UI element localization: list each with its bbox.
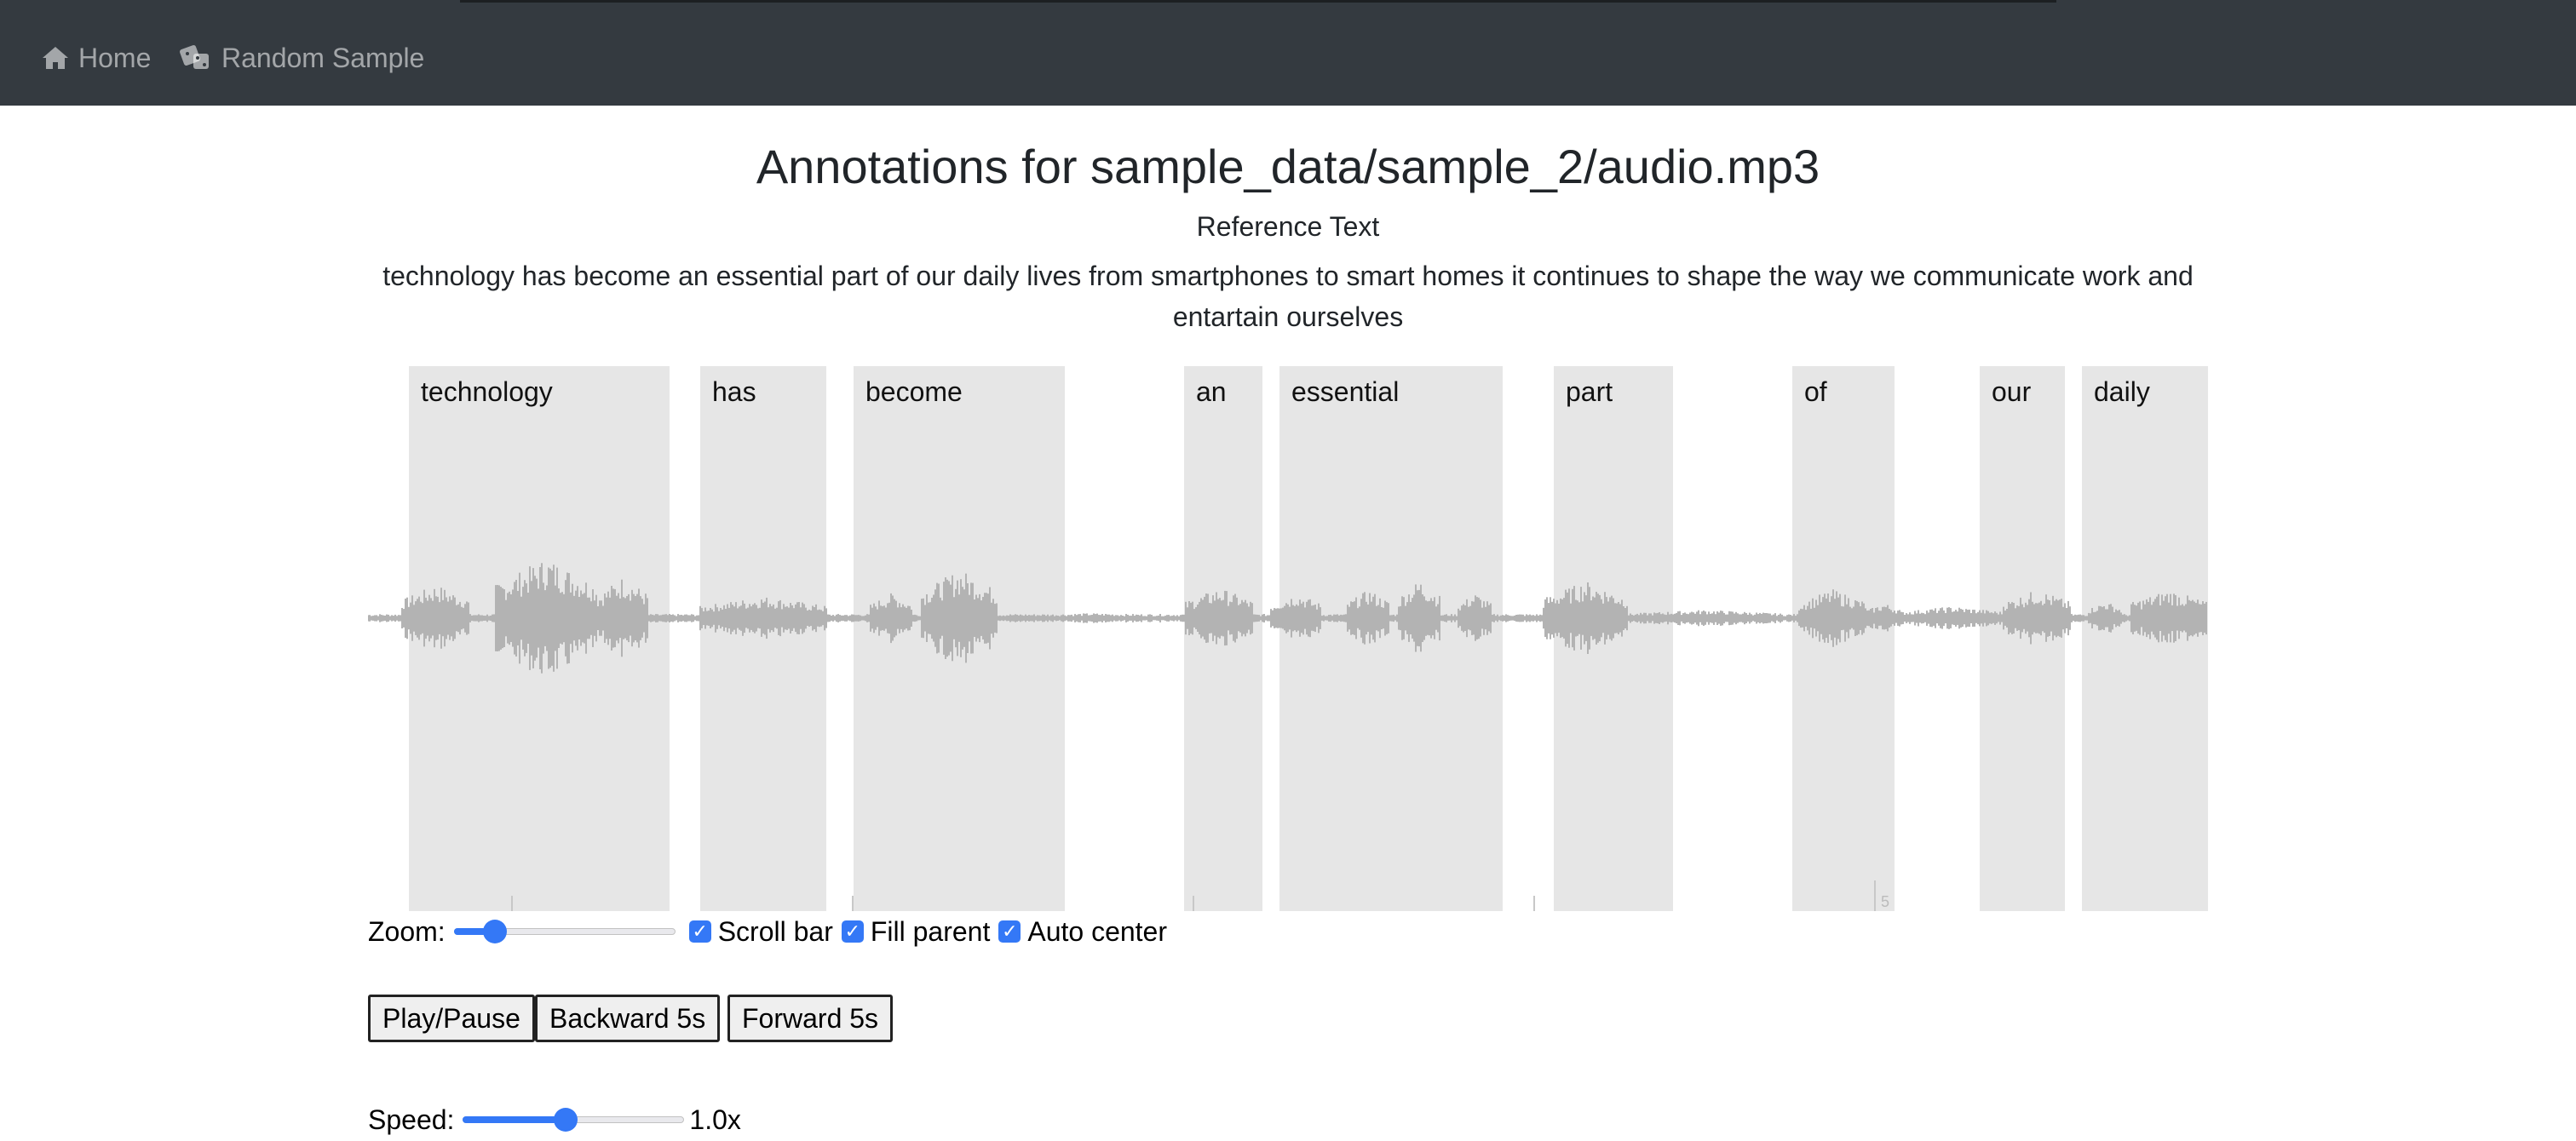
reference-text: technology has become an essential part … <box>382 261 2194 332</box>
page-title: Annotations for sample_data/sample_2/aud… <box>756 140 1820 193</box>
timeline-tick <box>511 896 513 911</box>
nav-home-label: Home <box>78 42 152 73</box>
navbar: Home Random Sample <box>0 0 2576 106</box>
zoom-slider[interactable] <box>453 915 676 949</box>
timeline-tick <box>1193 896 1194 911</box>
reference-text-heading: Reference Text <box>1196 211 1380 242</box>
forward-5s-button[interactable]: Forward 5s <box>727 995 894 1042</box>
speed-value: 1.0x <box>689 1104 741 1135</box>
zoom-label: Zoom: <box>368 915 446 947</box>
scroll-bar-checkbox[interactable]: ✓ <box>688 920 711 943</box>
auto-center-checkbox[interactable]: ✓ <box>998 920 1021 943</box>
timeline-label: 5 <box>1881 893 1890 910</box>
speed-slider[interactable] <box>463 1103 685 1137</box>
nav-home-link[interactable]: Home <box>41 37 151 78</box>
speed-label: Speed: <box>368 1104 455 1135</box>
fill-parent-label: Fill parent <box>870 915 991 947</box>
timeline-tick <box>1533 896 1535 911</box>
scroll-bar-label: Scroll bar <box>717 915 833 947</box>
zoom-controls: Zoom: ✓ Scroll bar ✓ Fill parent ✓ Auto … <box>368 915 1167 949</box>
timeline-tick <box>852 896 854 911</box>
nav-random-sample-link[interactable]: Random Sample <box>179 37 424 78</box>
dice-icon <box>180 45 209 69</box>
waveform-container[interactable]: technology has become an essential part … <box>368 366 2208 911</box>
timeline-tick-major <box>1874 880 1876 911</box>
fill-parent-option[interactable]: ✓ Fill parent <box>833 915 991 948</box>
speed-controls: Speed: 1.0x <box>368 1102 741 1138</box>
auto-center-label: Auto center <box>1027 915 1167 947</box>
play-pause-button[interactable]: Play/Pause <box>368 995 535 1042</box>
zoom-slider-thumb[interactable] <box>483 920 508 943</box>
nav-random-sample-label: Random Sample <box>221 42 425 73</box>
fill-parent-checkbox[interactable]: ✓ <box>841 920 864 943</box>
auto-center-option[interactable]: ✓ Auto center <box>990 916 1167 948</box>
scroll-bar-option[interactable]: ✓ Scroll bar <box>681 916 833 948</box>
speed-slider-fill <box>463 1116 566 1123</box>
backward-5s-button[interactable]: Backward 5s <box>535 995 721 1042</box>
audio-waveform <box>368 563 2207 674</box>
navbar-top-line <box>460 0 2056 3</box>
speed-slider-thumb[interactable] <box>554 1108 578 1132</box>
home-icon <box>43 47 68 69</box>
